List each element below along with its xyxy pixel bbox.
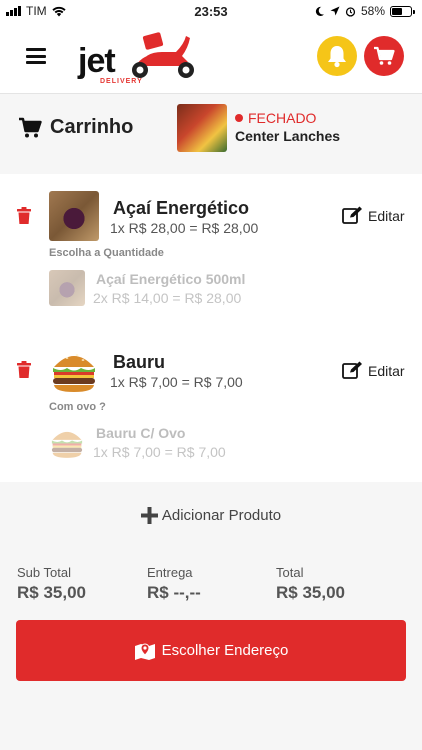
app-logo: jet DELIVERY xyxy=(78,30,208,88)
item-image xyxy=(49,345,99,395)
item-price: 1x R$ 7,00 = R$ 7,00 xyxy=(110,374,243,390)
hamburger-menu-icon[interactable] xyxy=(26,48,46,64)
choose-address-button[interactable]: Escolher Endereço xyxy=(16,620,406,681)
store-status-label: FECHADO xyxy=(248,110,317,126)
total-value: R$ 35,00 xyxy=(276,583,345,602)
option-image xyxy=(49,424,85,460)
burger-image xyxy=(51,431,83,458)
plus-icon xyxy=(140,507,158,524)
subtotal-label: Sub Total xyxy=(17,565,71,580)
edit-icon xyxy=(342,206,362,224)
delivery-label: Entrega xyxy=(147,565,193,580)
item-name: Bauru xyxy=(113,352,166,372)
edit-icon xyxy=(342,361,362,379)
option-name: Açaí Energético 500ml xyxy=(96,271,246,287)
notifications-button[interactable] xyxy=(317,36,357,76)
total-label: Total xyxy=(276,565,304,580)
total: Total R$ 35,00 xyxy=(276,565,345,603)
option-group-label: Escolha a Quantidade xyxy=(49,247,164,259)
delivery-value: R$ --,-- xyxy=(147,583,201,602)
item-price: 1x R$ 28,00 = R$ 28,00 xyxy=(110,220,259,236)
delivery-fee: Entrega R$ --,-- xyxy=(147,565,201,603)
edit-label: Editar xyxy=(368,362,405,379)
battery-icon xyxy=(390,5,415,17)
option-price: 1x R$ 7,00 = R$ 7,00 xyxy=(93,444,226,460)
logo-text: jet xyxy=(78,42,116,80)
map-pin-icon xyxy=(134,642,155,660)
cart-items-list: Açaí Energético 1x R$ 28,00 = R$ 28,00 E… xyxy=(0,174,422,482)
store-name[interactable]: Center Lanches xyxy=(235,128,340,144)
status-dot xyxy=(235,114,243,122)
edit-button[interactable]: Editar xyxy=(342,206,405,225)
trash-icon[interactable] xyxy=(16,361,32,379)
cart-title-row: Carrinho FECHADO Center Lanches xyxy=(0,94,422,172)
subtotal-value: R$ 35,00 xyxy=(17,583,86,602)
app-header: jet DELIVERY xyxy=(0,22,422,94)
bell-icon xyxy=(328,46,346,68)
trash-icon[interactable] xyxy=(16,207,32,225)
battery-percent: 58% xyxy=(360,4,385,18)
store-image xyxy=(177,104,227,152)
option-price: 2x R$ 14,00 = R$ 28,00 xyxy=(93,290,242,306)
scooter-icon xyxy=(132,32,194,78)
logo-subtitle: DELIVERY xyxy=(100,78,143,85)
option-image xyxy=(49,270,85,306)
location-icon xyxy=(330,6,340,16)
store-status: FECHADO xyxy=(235,110,316,126)
cart-icon xyxy=(374,46,395,65)
add-product-button[interactable]: Adicionar Produto xyxy=(0,507,422,524)
subtotal: Sub Total R$ 35,00 xyxy=(17,565,86,603)
page-title: Carrinho xyxy=(50,116,134,138)
edit-button[interactable]: Editar xyxy=(342,361,405,380)
burger-image xyxy=(53,354,95,392)
edit-label: Editar xyxy=(368,207,405,224)
cart-heading: Carrinho xyxy=(18,116,133,139)
moon-icon xyxy=(315,6,325,16)
add-product-label: Adicionar Produto xyxy=(161,507,282,524)
choose-address-label: Escolher Endereço xyxy=(161,642,289,659)
option-group-label: Com ovo ? xyxy=(49,401,106,413)
item-name: Açaí Energético xyxy=(113,198,250,218)
status-bar: TIM 23:53 58% xyxy=(0,0,422,22)
header-cart-button[interactable] xyxy=(364,36,404,76)
cart-icon xyxy=(19,117,42,137)
option-name: Bauru C/ Ovo xyxy=(96,425,186,441)
alarm-icon xyxy=(345,6,356,17)
item-image xyxy=(49,191,99,241)
